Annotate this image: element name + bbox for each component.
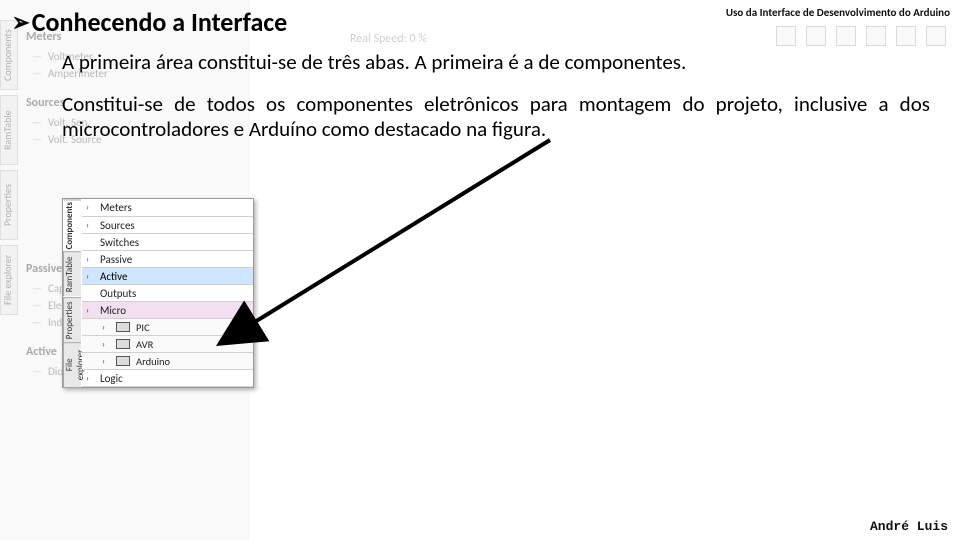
- components-panel-inset: Components RamTable Properties File expl…: [62, 198, 254, 388]
- list-item[interactable]: Outputs: [82, 284, 253, 301]
- list-item-label: Arduino: [136, 355, 170, 368]
- bg-tab: RamTable: [0, 95, 18, 165]
- chevron-right-icon: ›: [102, 356, 110, 367]
- list-item-active[interactable]: › Active: [82, 267, 253, 284]
- tab-components[interactable]: Components: [63, 199, 81, 251]
- chevron-right-icon: ›: [86, 220, 94, 231]
- inset-tabs: Components RamTable Properties File expl…: [63, 199, 81, 387]
- paragraph-2: Constitui-se de todos os componentes ele…: [62, 92, 930, 142]
- bg-speed-label: Real Speed: 0 %: [350, 32, 427, 46]
- bg-toolbar-icon: [836, 26, 856, 46]
- bg-toolbar-icon: [866, 26, 886, 46]
- list-item-label: Outputs: [100, 287, 136, 300]
- list-item-label: Switches: [100, 236, 139, 249]
- list-item[interactable]: › Sources: [82, 216, 253, 233]
- chevron-right-icon: ›: [102, 322, 110, 333]
- list-item-label: Passive: [100, 253, 132, 266]
- slide-header-right: Uso da Interface de Desenvolvimento do A…: [726, 6, 950, 19]
- chip-icon: [116, 356, 130, 366]
- chevron-right-icon: ›: [86, 373, 94, 384]
- chip-icon: [116, 322, 130, 332]
- tab-properties[interactable]: Properties: [63, 297, 81, 342]
- chevron-right-icon: ›: [86, 305, 94, 316]
- bg-toolbar-icon: [896, 26, 916, 46]
- chevron-right-icon: ›: [86, 202, 94, 213]
- tab-file-explorer[interactable]: File explorer: [63, 342, 81, 387]
- slide-title: ➢Conhecendo a Interface: [10, 6, 287, 38]
- list-item-label: Logic: [100, 372, 123, 385]
- chevron-right-icon: ›: [86, 254, 94, 265]
- slide-footer-author: André Luis: [870, 519, 948, 534]
- list-item-micro[interactable]: › Micro: [82, 301, 253, 318]
- bg-tab: File explorer: [0, 245, 18, 315]
- list-item-label: PIC: [136, 321, 150, 334]
- slide-title-text: Conhecendo a Interface: [32, 6, 287, 38]
- list-item-pic[interactable]: › PIC: [82, 318, 253, 335]
- list-item-label: AVR: [136, 338, 153, 351]
- components-list: › Meters › Sources Switches › Passive › Acti…: [82, 199, 253, 387]
- list-item-avr[interactable]: › AVR: [82, 335, 253, 352]
- pointer-arrow-icon: [210, 130, 570, 350]
- list-item-label: Active: [100, 270, 127, 283]
- list-item-label: Meters: [100, 201, 132, 214]
- chevron-right-icon: ›: [102, 339, 110, 350]
- list-item[interactable]: Switches: [82, 233, 253, 250]
- chip-icon: [116, 339, 130, 349]
- list-item[interactable]: › Meters: [82, 199, 253, 216]
- list-item-label: Sources: [100, 219, 135, 232]
- bg-toolbar-icon: [926, 26, 946, 46]
- bg-toolbar-icon: [776, 26, 796, 46]
- chevron-right-icon: ➢: [12, 7, 29, 38]
- list-item-label: Micro: [100, 304, 126, 317]
- chevron-right-icon: ›: [86, 271, 94, 282]
- list-item-arduino[interactable]: › Arduino: [82, 352, 253, 369]
- list-item[interactable]: › Logic: [82, 369, 253, 386]
- list-item[interactable]: ›Other: [82, 386, 253, 387]
- tab-ramtable[interactable]: RamTable: [63, 251, 81, 296]
- bg-tab: Properties: [0, 170, 18, 240]
- paragraph-1: A primeira área constitui-se de três aba…: [62, 50, 930, 75]
- list-item[interactable]: › Passive: [82, 250, 253, 267]
- bg-toolbar-icon: [806, 26, 826, 46]
